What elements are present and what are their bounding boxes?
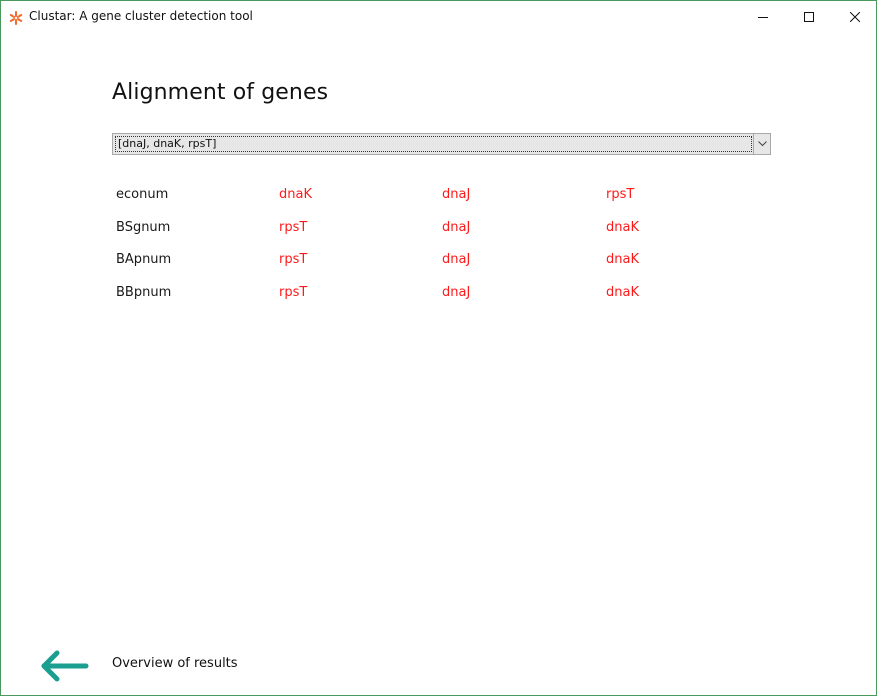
table-row: BSgnum rpsT dnaJ dnaK (1, 218, 877, 238)
chevron-down-icon[interactable] (754, 134, 770, 154)
minimize-icon (758, 12, 768, 22)
maximize-icon (804, 11, 814, 22)
organism-name: BSgnum (116, 220, 171, 235)
gene-cell: dnaJ (442, 285, 471, 300)
cluster-select[interactable]: [dnaJ, dnaK, rpsT] (112, 133, 771, 155)
organism-name: BApnum (116, 252, 172, 267)
arrow-left-icon (39, 648, 89, 688)
gene-cell: rpsT (279, 252, 308, 267)
app-window: Clustar: A gene cluster detection tool A… (0, 0, 877, 696)
cluster-select-value: [dnaJ, dnaK, rpsT] (115, 136, 752, 152)
organism-name: econum (116, 187, 169, 202)
gene-cell: dnaK (279, 187, 312, 202)
gene-cell: rpsT (279, 220, 308, 235)
table-row: BBpnum rpsT dnaJ dnaK (1, 283, 877, 303)
gene-cell: rpsT (606, 187, 635, 202)
minimize-button[interactable] (740, 1, 786, 32)
window-title: Clustar: A gene cluster detection tool (29, 9, 253, 23)
close-icon (850, 11, 860, 22)
close-button[interactable] (832, 1, 877, 32)
table-row: econum dnaK dnaJ rpsT (1, 185, 877, 205)
gene-cell: rpsT (279, 285, 308, 300)
asterisk-logo-icon (9, 10, 23, 25)
organism-name: BBpnum (116, 285, 172, 300)
gene-cell: dnaK (606, 252, 639, 267)
gene-cell: dnaJ (442, 187, 471, 202)
gene-cell: dnaK (606, 285, 639, 300)
title-bar[interactable]: Clustar: A gene cluster detection tool (1, 1, 876, 32)
gene-cell: dnaJ (442, 252, 471, 267)
gene-cell: dnaJ (442, 220, 471, 235)
gene-cell: dnaK (606, 220, 639, 235)
back-to-overview-button[interactable]: Overview of results (39, 646, 269, 686)
page-title: Alignment of genes (112, 80, 329, 105)
table-row: BApnum rpsT dnaJ dnaK (1, 250, 877, 270)
back-label: Overview of results (112, 656, 238, 671)
maximize-button[interactable] (786, 1, 832, 32)
